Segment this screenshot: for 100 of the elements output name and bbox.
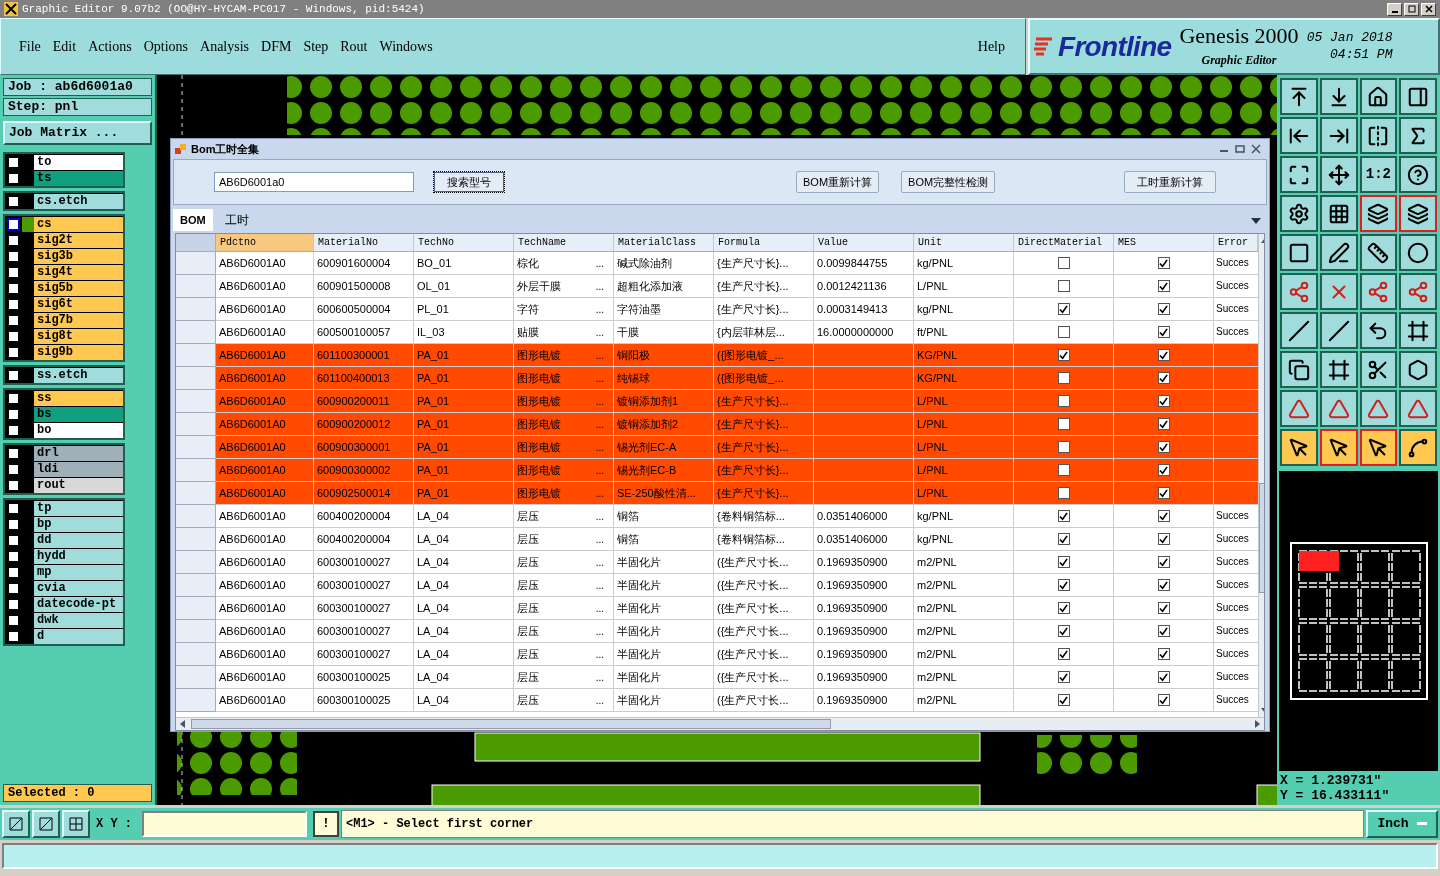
layer-checkbox[interactable] <box>7 171 20 185</box>
checkbox[interactable] <box>1057 602 1070 614</box>
tool-button[interactable] <box>1319 156 1358 193</box>
checkbox[interactable] <box>1157 694 1170 706</box>
tool-button[interactable] <box>1319 234 1358 271</box>
action-button[interactable]: BOM重新计算 <box>796 171 880 193</box>
ellipsis-button[interactable]: ... <box>595 600 604 616</box>
checkbox[interactable] <box>1157 303 1170 315</box>
checkbox[interactable] <box>1157 326 1170 338</box>
table-row[interactable]: AB6D6001A0 600500100057 IL_03 贴膜 ... 干膜 {内层菲林层... 16.0000000000 ft/PNL Succes <box>176 321 1258 344</box>
tool-button[interactable] <box>1319 78 1358 115</box>
ellipsis-button[interactable]: ... <box>595 416 604 432</box>
menu-item[interactable]: Windows <box>373 36 439 57</box>
layer-checkbox[interactable] <box>7 368 20 382</box>
tool-button[interactable] <box>1280 234 1318 271</box>
table-row[interactable]: AB6D6001A0 601100300001 PA_01 图形电镀 ... 铜阳极 ({图形电镀_... KG/PNL <box>176 344 1258 367</box>
menu-item[interactable]: Actions <box>82 36 138 57</box>
checkbox[interactable] <box>1057 694 1070 706</box>
tab[interactable]: BOM <box>173 209 213 231</box>
tab[interactable]: 工时 <box>212 209 261 231</box>
layer-checkbox[interactable] <box>7 233 20 247</box>
layer-checkbox[interactable] <box>7 533 20 547</box>
layer-checkbox[interactable] <box>7 155 20 169</box>
checkbox[interactable] <box>1057 671 1070 683</box>
scroll-thumb[interactable] <box>191 719 831 729</box>
tool-button[interactable] <box>1319 195 1358 232</box>
dropdown-icon[interactable] <box>1251 218 1261 224</box>
layer-checkbox[interactable] <box>7 345 20 359</box>
xy-input-field[interactable] <box>142 811 307 837</box>
table-row[interactable]: AB6D6001A0 600300100027 LA_04 层压 ... 半固化片 ({生产尺寸长... 0.1969350900 m2/PNL Succes <box>176 597 1258 620</box>
tool-button[interactable] <box>1319 117 1358 154</box>
layer-checkbox[interactable] <box>7 265 20 279</box>
tool-button[interactable] <box>1280 117 1318 154</box>
recalculate-button[interactable]: 工时重新计算 <box>1124 171 1216 193</box>
layer-checkbox[interactable] <box>7 581 20 595</box>
ellipsis-button[interactable]: ... <box>595 370 604 386</box>
layer-checkbox[interactable] <box>7 478 20 492</box>
checkbox[interactable] <box>1157 349 1170 361</box>
scroll-right-icon[interactable] <box>1255 720 1260 728</box>
column-header[interactable]: TechName <box>514 234 614 251</box>
restore-icon[interactable] <box>1235 144 1245 154</box>
alert-button[interactable]: ! <box>313 811 339 837</box>
table-row[interactable]: AB6D6001A0 600900300001 PA_01 图形电镀 ... 锡光剂EC-A {生产尺寸长}... L/PNL <box>176 436 1258 459</box>
checkbox[interactable] <box>1157 671 1170 683</box>
layer-checkbox[interactable] <box>7 446 20 460</box>
checkbox[interactable] <box>1057 349 1070 361</box>
ellipsis-button[interactable]: ... <box>595 623 604 639</box>
column-header[interactable]: TechNo <box>414 234 514 251</box>
ellipsis-button[interactable]: ... <box>595 508 604 524</box>
ellipsis-button[interactable]: ... <box>595 692 604 708</box>
ellipsis-button[interactable]: ... <box>595 301 604 317</box>
action-button[interactable]: BOM完整性检测 <box>901 171 996 193</box>
column-header[interactable]: Formula <box>714 234 814 251</box>
layer-checkbox[interactable] <box>7 407 20 421</box>
table-row[interactable]: AB6D6001A0 600900200012 PA_01 图形电镀 ... 镀铜添加剂2 {生产尺寸长}... L/PNL <box>176 413 1258 436</box>
table-row[interactable]: AB6D6001A0 600900200011 PA_01 图形电镀 ... 镀铜添加剂1 {生产尺寸长}... L/PNL <box>176 390 1258 413</box>
checkbox[interactable] <box>1157 510 1170 522</box>
table-row[interactable]: AB6D6001A0 600901500008 OL_01 外层干膜 ... 超粗化添加液 {生产尺寸长}... 0.0012421136 L/PNL Succes <box>176 275 1258 298</box>
checkbox[interactable] <box>1057 510 1070 522</box>
layer-checkbox[interactable] <box>7 565 20 579</box>
checkbox[interactable] <box>1057 533 1070 545</box>
checkbox[interactable] <box>1057 556 1070 568</box>
column-header[interactable]: Pdctno <box>216 234 314 251</box>
ellipsis-button[interactable]: ... <box>595 347 604 363</box>
layer-checkbox[interactable] <box>7 462 20 476</box>
ellipsis-button[interactable]: ... <box>595 531 604 547</box>
layer-checkbox[interactable] <box>7 217 20 231</box>
search-field[interactable]: AB6D6001a0 <box>214 172 414 192</box>
table-row[interactable]: AB6D6001A0 601100400013 PA_01 图形电镀 ... 纯锡球 ({图形电镀_... KG/PNL <box>176 367 1258 390</box>
layer-name[interactable]: cs <box>22 216 123 232</box>
table-row[interactable]: AB6D6001A0 600300100025 LA_04 层压 ... 半固化片 ({生产尺寸长... 0.1969350900 m2/PNL Succes <box>176 689 1258 712</box>
tool-button[interactable] <box>1399 195 1437 232</box>
ellipsis-button[interactable]: ... <box>595 324 604 340</box>
menu-item[interactable]: Help <box>977 36 1005 57</box>
checkbox[interactable] <box>1057 257 1070 269</box>
tool-button[interactable] <box>1359 351 1398 388</box>
table-row[interactable]: AB6D6001A0 600900300002 PA_01 图形电镀 ... 锡光剂EC-B {生产尺寸长}... L/PNL <box>176 459 1258 482</box>
checkbox[interactable] <box>1157 487 1170 499</box>
ellipsis-button[interactable]: ... <box>595 278 604 294</box>
layer-checkbox[interactable] <box>7 297 20 311</box>
checkbox[interactable] <box>1057 625 1070 637</box>
tool-button[interactable] <box>1319 351 1358 388</box>
tool-button[interactable] <box>1399 156 1437 193</box>
view-tool-button[interactable] <box>2 810 30 838</box>
checkbox[interactable] <box>1057 395 1070 407</box>
checkbox[interactable] <box>1057 441 1070 453</box>
tool-button[interactable] <box>1399 429 1437 466</box>
checkbox[interactable] <box>1057 303 1070 315</box>
horizontal-scrollbar[interactable] <box>176 717 1264 730</box>
maximize-icon[interactable] <box>1404 2 1419 16</box>
tool-button[interactable]: 1:2 <box>1359 156 1398 193</box>
checkbox[interactable] <box>1157 533 1170 545</box>
ellipsis-button[interactable]: ... <box>595 554 604 570</box>
column-header[interactable]: MaterialNo <box>314 234 414 251</box>
layer-checkbox[interactable] <box>7 629 20 643</box>
tool-button[interactable] <box>1280 156 1318 193</box>
menu-item[interactable]: Options <box>137 36 195 57</box>
checkbox[interactable] <box>1157 395 1170 407</box>
checkbox[interactable] <box>1057 372 1070 384</box>
checkbox[interactable] <box>1057 418 1070 430</box>
